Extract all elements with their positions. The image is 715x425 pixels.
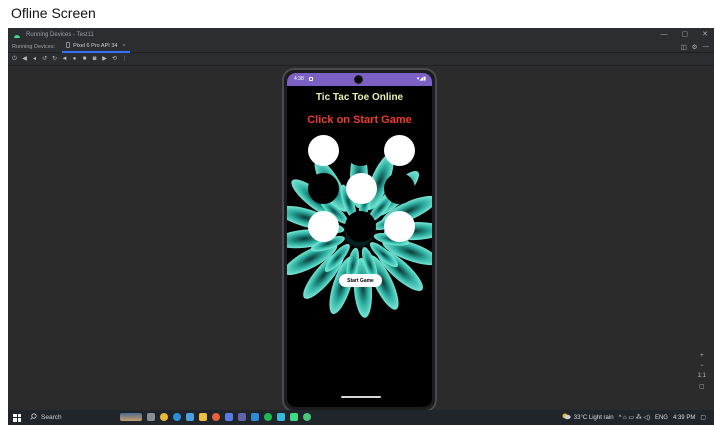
folder-icon[interactable] [199, 413, 207, 421]
app-icon-blue[interactable] [225, 413, 233, 421]
zoom-ratio-button[interactable]: 1:1 [698, 373, 706, 379]
running-devices-label: Running Devices: [12, 43, 56, 50]
close-button[interactable]: ✕ [702, 30, 708, 39]
tab-pixel-6-pro[interactable]: Pixel 6 Pro API 34 × [62, 41, 130, 53]
task-view-icon[interactable] [147, 413, 155, 421]
board-cell-7[interactable] [308, 211, 339, 242]
spotify-icon[interactable] [264, 413, 272, 421]
phone-status-bar: 4:38 ▾◢▮ [287, 73, 432, 86]
board-cell-9[interactable] [384, 211, 415, 242]
scenery-icon[interactable] [120, 413, 142, 421]
taskbar-search[interactable]: Search [30, 413, 62, 422]
gesture-nav-bar[interactable] [341, 396, 381, 398]
weather-text: 33°C Light rain [573, 414, 614, 421]
start-game-button[interactable]: Start Game [339, 274, 382, 287]
windows-start-icon[interactable] [13, 413, 21, 422]
device-tab-label: Pixel 6 Pro API 34 [73, 42, 118, 49]
volume-down-icon[interactable]: ◂ [31, 56, 38, 63]
window-titlebar: Running Devices - Test11 — ▢ ✕ [8, 28, 714, 41]
status-icons: ▾◢▮ [416, 76, 426, 82]
chrome-icon[interactable] [160, 413, 168, 421]
system-tray: 33°C Light rain ^ ⌂ ▭ ⁂ ◁) ENG 4:39 PM ▢ [562, 413, 706, 422]
board-cell-4[interactable] [308, 173, 339, 204]
board-cell-8[interactable] [345, 211, 376, 242]
rotate-right-icon[interactable]: ↻ [51, 56, 58, 63]
store-icon[interactable] [186, 413, 194, 421]
screenshot-icon[interactable]: ◙ [91, 56, 98, 63]
running-devices-bar: Running Devices: Pixel 6 Pro API 34 × ◫ … [8, 41, 714, 53]
clock[interactable]: 4:39 PM [673, 415, 695, 421]
android-studio-icon[interactable] [290, 413, 298, 421]
windows-taskbar: Search 33°C Light rain ^ ⌂ ▭ ⁂ ◁) ENG 4:… [8, 410, 714, 425]
board-cell-6[interactable] [384, 173, 415, 204]
record-icon[interactable]: ▶ [101, 56, 108, 63]
more-icon[interactable]: ⋮ [121, 56, 128, 63]
board-cell-2[interactable] [345, 135, 376, 166]
volume-up-icon[interactable]: ◀ [21, 56, 28, 63]
back-icon[interactable]: ◄ [61, 56, 68, 63]
image-caption: Ofline Screen [11, 5, 96, 21]
cloud-rain-icon [562, 413, 571, 422]
window-controls: — ▢ ✕ [661, 30, 709, 39]
search-icon [30, 413, 37, 422]
screenshot-root: Ofline Screen Running Devices - Test11 —… [0, 0, 715, 425]
taskbar-apps [120, 413, 311, 421]
window-mode-icon[interactable]: ◫ [681, 43, 687, 51]
window-title: Running Devices - Test11 [26, 31, 94, 38]
board-cell-1[interactable] [308, 135, 339, 166]
notification-icon [309, 77, 313, 81]
app-icon-green[interactable] [303, 413, 311, 421]
zoom-controls: + − 1:1 ▢ [698, 353, 706, 390]
zoom-in-button[interactable]: + [700, 353, 704, 359]
vscode-icon[interactable] [251, 413, 259, 421]
teams-icon[interactable] [238, 413, 246, 421]
weather-widget[interactable]: 33°C Light rain [562, 413, 614, 422]
language-indicator[interactable]: ENG [655, 415, 668, 421]
app-icon-cyan[interactable] [277, 413, 285, 421]
devbar-actions: ◫ ⚙ — [681, 43, 709, 51]
notification-icon-tray[interactable]: ▢ [700, 414, 706, 421]
home-icon[interactable]: ● [71, 56, 78, 63]
status-time: 4:38 [294, 76, 304, 82]
camera-cutout [354, 75, 363, 84]
fit-screen-icon[interactable]: ▢ [699, 383, 705, 390]
phone-frame: 4:38 ▾◢▮ Tic Tac Toe Online Click on Sta… [282, 68, 437, 412]
board-cell-3[interactable] [384, 135, 415, 166]
android-icon [13, 31, 21, 39]
edge-icon[interactable] [173, 413, 181, 421]
app-title: Tic Tac Toe Online [315, 92, 404, 103]
board-cell-5[interactable] [346, 173, 377, 204]
app-icon-orange[interactable] [212, 413, 220, 421]
phone-icon [66, 41, 70, 50]
minimize-button[interactable]: — [661, 30, 668, 39]
emulator-toolbar: ⏻ ◀ ◂ ↺ ↻ ◄ ● ■ ◙ ▶ ⟲ ⋮ [8, 54, 714, 66]
overview-icon[interactable]: ■ [81, 56, 88, 63]
tray-icons[interactable]: ^ ⌂ ▭ ⁂ ◁) [619, 414, 650, 421]
hide-icon[interactable]: — [703, 43, 710, 51]
rotate-left-icon[interactable]: ↺ [41, 56, 48, 63]
close-tab-icon[interactable]: × [122, 43, 125, 49]
maximize-button[interactable]: ▢ [682, 30, 689, 39]
power-icon[interactable]: ⏻ [11, 56, 18, 63]
reset-icon[interactable]: ⟲ [111, 56, 118, 63]
gear-icon[interactable]: ⚙ [692, 43, 698, 51]
zoom-out-button[interactable]: − [700, 363, 704, 369]
search-label: Search [41, 414, 62, 421]
game-status-message: Click on Start Game [307, 114, 412, 126]
phone-screen: 4:38 ▾◢▮ Tic Tac Toe Online Click on Sta… [287, 73, 432, 407]
